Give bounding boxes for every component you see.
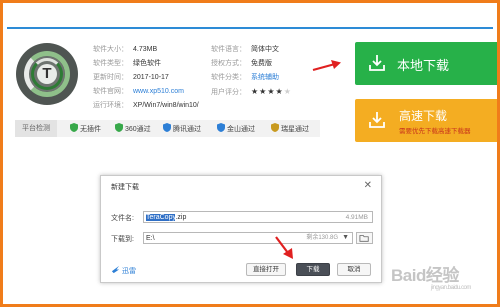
platform-badge-label: 无插件 [80,126,101,133]
download-path: E:\ [146,235,155,242]
type-row: 软件类型： 绿色软件 [93,60,161,67]
baidu-watermark: Baid经验 jingyan.baidu.com [391,261,496,299]
cancel-button[interactable]: 取消 [337,263,371,276]
fast-download-label: 高速下载 [399,109,448,123]
download-icon [369,55,385,71]
file-size: 4.91MB [345,214,368,221]
platform-badge-label: 金山通过 [227,126,255,133]
thunder-label: 迅雷 [121,268,136,275]
watermark-url: jingyan.baidu.com [431,285,471,291]
star-icon: ★ [267,87,276,96]
platform-badge-label: 360通过 [125,126,151,133]
download-path-field[interactable]: E:\ 剩余130.8G ▼ [143,232,353,244]
fast-download-button[interactable]: 高速下载 需要优先下载高速下载器 [355,99,497,142]
platform-badge: 腾讯通过 [163,123,201,134]
chevron-down-icon[interactable]: ▼ [342,233,349,243]
star-icon: ★ [283,87,292,96]
platform-badge-label: 瑞星通过 [281,126,309,133]
header-divider [7,27,493,29]
free-space: 剩余130.8G [306,235,338,241]
shield-kingsoft-icon [217,123,225,132]
thunder-bird-icon [111,265,120,274]
fast-download-note: 需要优先下载高速下载器 [399,128,471,135]
category-row: 软件分类： 系统辅助 [211,74,279,81]
lang-row: 软件语言： 简体中文 [211,46,279,53]
folder-icon [359,235,369,242]
platform-badge-label: 腾讯通过 [173,126,201,133]
shield-rising-icon [271,123,279,132]
platform-badge: 360通过 [115,123,151,134]
updated-row: 更新时间： 2017-10-17 [93,74,169,81]
shield-tencent-icon [163,123,171,132]
local-download-button[interactable]: 本地下载 [355,42,497,85]
download-to-label: 下载到: [111,236,134,243]
thunder-brand: 迅雷 [111,265,136,276]
dialog-title: 新建下载 [111,184,139,191]
rating-row: 用户评分： ★★★★★ [211,87,292,96]
filename-label: 文件名: [111,215,134,222]
website-link[interactable]: www.xp510.com [133,88,184,95]
new-download-dialog: 新建下载 ✕ 文件名: TeraCopy.zip 4.91MB 下载到: E:\… [100,175,382,283]
category-link[interactable]: 系统辅助 [251,74,279,81]
platform-badge: 无插件 [70,123,101,134]
filename-ext: .zip [175,214,187,221]
star-icon: ★ [251,87,260,96]
shield-check-icon [70,123,78,132]
platform-check-bar: 平台检测 无插件 360通过 腾讯通过 金山通过 瑞星通过 [15,120,320,137]
size-row: 软件大小： 4.73MB [93,46,158,53]
website-row: 软件官网： www.xp510.com [93,88,184,95]
logo-letter: T [37,64,57,84]
shield-360-icon [115,123,123,132]
app-logo: T [16,43,78,105]
download-icon [369,112,385,128]
filename-field[interactable]: TeraCopy.zip 4.91MB [143,211,373,223]
license-row: 授权方式： 免费版 [211,60,272,67]
local-download-label: 本地下载 [397,58,450,73]
download-button[interactable]: 下载 [296,263,330,276]
filename-selection: TeraCopy [146,214,176,221]
env-row: 运行环境： XP/Win7/win8/win10/ [93,102,199,109]
close-icon[interactable]: ✕ [364,180,372,191]
screenshot-frame: T 软件大小： 4.73MB 软件类型： 绿色软件 更新时间： 2017-10-17 … [0,0,500,307]
platform-check-label: 平台检测 [15,120,57,137]
red-arrow-icon [275,236,293,259]
rating-stars: ★★★★★ [251,87,292,96]
red-arrow-icon [312,60,341,72]
browse-folder-button[interactable] [356,232,373,244]
platform-badge: 瑞星通过 [271,123,309,134]
platform-badge: 金山通过 [217,123,255,134]
watermark-text: Baid经验 [391,266,459,285]
open-directly-button[interactable]: 直接打开 [246,263,286,276]
star-icon: ★ [275,87,284,96]
